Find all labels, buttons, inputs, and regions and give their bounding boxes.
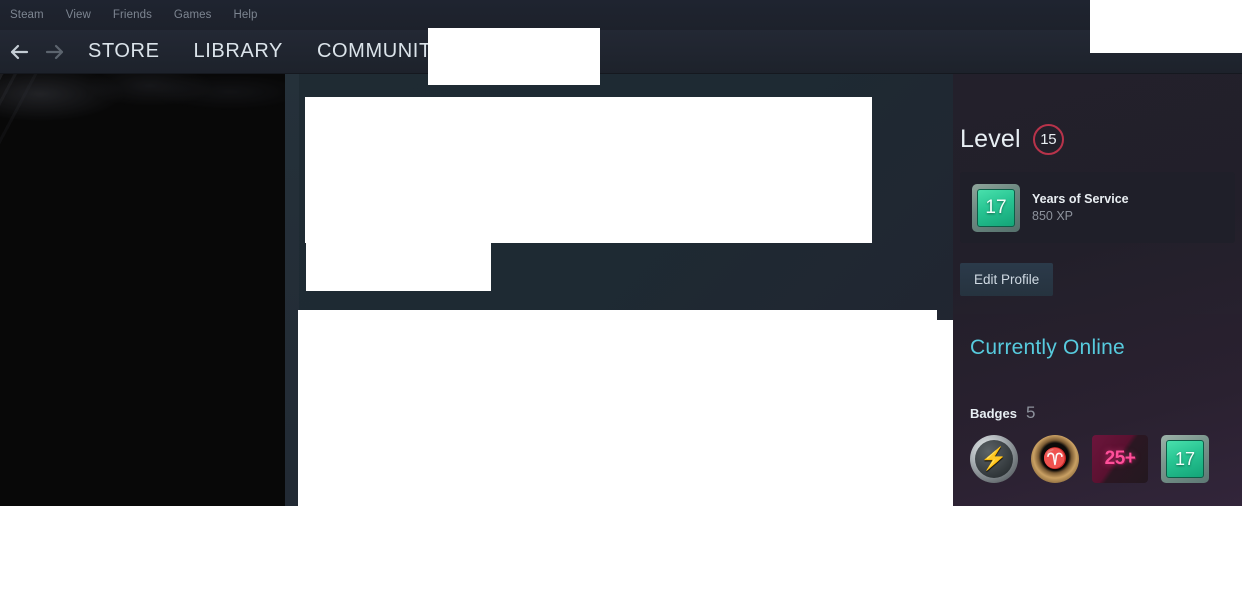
years-of-service-value: 17 [977, 188, 1015, 227]
featured-badge-title: Years of Service [1032, 192, 1129, 206]
badges-label: Badges [970, 406, 1017, 421]
featured-badge-card[interactable]: 17 Years of Service 850 XP [960, 172, 1235, 243]
page-bottom-whitespace [0, 506, 1242, 608]
profile-background-art [0, 74, 285, 204]
featured-badge-text: Years of Service 850 XP [1032, 192, 1129, 223]
content-left-edge [285, 74, 299, 506]
badges-header: Badges 5 [970, 403, 1242, 423]
profile-sidebar: Level 15 17 Years of Service 850 XP Edit… [953, 74, 1242, 506]
badge-25-plus-glyph: 25+ [1104, 448, 1136, 469]
badge-lightning-coin-icon[interactable]: ⚡ [970, 435, 1018, 483]
level-row: Level 15 [953, 122, 1242, 156]
edit-profile-button[interactable]: Edit Profile [960, 263, 1054, 296]
occluder-persona [306, 243, 491, 291]
level-badge[interactable]: 15 [1032, 123, 1064, 155]
featured-badge-xp: 850 XP [1032, 209, 1074, 223]
badge-laurel-wreath-icon[interactable]: ♈ [1031, 435, 1079, 483]
badge-wreath-glyph: ♈ [1042, 448, 1068, 470]
menu-bar: Steam View Friends Games Help [0, 0, 1242, 30]
badge-25-plus-icon[interactable]: 25+ [1092, 435, 1148, 483]
years-of-service-icon: 17 [972, 183, 1020, 232]
client-chrome: Steam View Friends Games Help STORE LIBR… [0, 0, 1242, 74]
steam-client-window: Steam View Friends Games Help STORE LIBR… [0, 0, 1242, 608]
level-label: Level [960, 124, 1021, 153]
occluder-main-body [298, 310, 937, 506]
menu-steam[interactable]: Steam [10, 0, 56, 30]
badge-years-of-service-icon[interactable]: 17 [1161, 435, 1209, 483]
badges-icon-row: ⚡ ♈ 25+ 17 [970, 435, 1242, 483]
nav-links: STORE LIBRARY COMMUNITY [88, 40, 446, 63]
arrow-right-icon[interactable] [44, 41, 66, 63]
nav-store[interactable]: STORE [88, 40, 160, 63]
arrow-left-icon[interactable] [8, 41, 30, 63]
occluder-nav-tab [428, 28, 600, 85]
navigation-bar: STORE LIBRARY COMMUNITY [0, 30, 1242, 74]
status-badge: Currently Online [970, 336, 1125, 359]
menu-help[interactable]: Help [234, 0, 270, 30]
menu-friends[interactable]: Friends [113, 0, 164, 30]
nav-community[interactable]: COMMUNITY [317, 40, 446, 63]
occluder-top-right [1090, 0, 1242, 53]
menu-view[interactable]: View [66, 0, 103, 30]
menu-games[interactable]: Games [174, 0, 224, 30]
nav-arrows [0, 41, 66, 63]
badges-count: 5 [1025, 403, 1036, 422]
badge-lightning-glyph: ⚡ [980, 446, 1008, 471]
occluder-avatar [305, 97, 872, 243]
nav-library[interactable]: LIBRARY [194, 40, 283, 63]
badge-years-glyph: 17 [1166, 440, 1204, 478]
occluder-main-body-right [937, 320, 953, 506]
profile-artwork-panel [0, 74, 285, 506]
online-status-card: Currently Online Badges 5 ⚡ ♈ 25+ 17 [953, 314, 1242, 506]
